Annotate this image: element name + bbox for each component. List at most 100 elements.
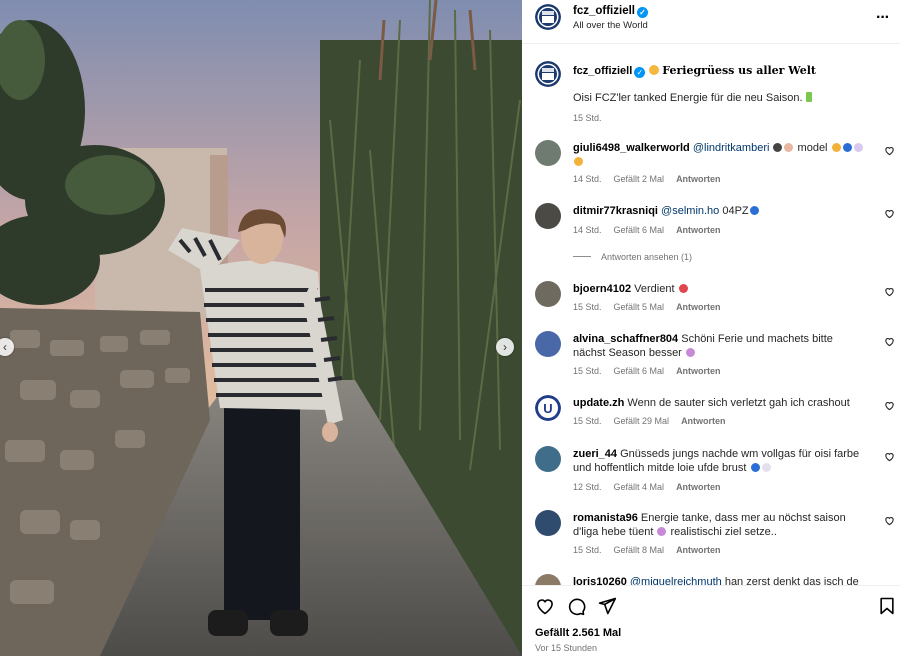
heart-icon[interactable]	[884, 400, 895, 411]
fcz-logo-icon	[535, 4, 561, 30]
comment-likes[interactable]: Gefällt 4 Mal	[614, 482, 665, 492]
comment-text: alvina_schaffner804 Schöni Ferie und mac…	[573, 332, 865, 360]
comment-likes[interactable]: Gefällt 5 Mal	[614, 302, 665, 312]
comment-body: model	[794, 142, 828, 154]
caption-time[interactable]: 15 Std.	[573, 113, 602, 123]
comment-body: 04PZ	[719, 205, 749, 217]
comment-time[interactable]: 14 Std.	[573, 225, 602, 235]
posted-time[interactable]: Vor 15 Stunden	[535, 643, 597, 653]
heart-icon[interactable]	[884, 286, 895, 297]
comment-time[interactable]: 14 Std.	[573, 174, 602, 184]
heart-icon[interactable]	[884, 515, 895, 526]
purple-heart-emoji-icon	[853, 143, 863, 152]
comment-time[interactable]: 15 Std.	[573, 545, 602, 555]
comment-username[interactable]: loris10260	[573, 576, 627, 585]
blue-circle-emoji-icon	[750, 463, 760, 472]
avatar[interactable]	[535, 203, 561, 229]
comment-text: update.zh Wenn de sauter sich verletzt g…	[573, 396, 865, 410]
verified-badge-icon: ✓	[634, 67, 646, 78]
comment-username[interactable]: update.zh	[573, 397, 624, 409]
heart-icon[interactable]	[884, 145, 895, 156]
comment-mention[interactable]: @lindritkamberi	[693, 142, 770, 154]
comment-time[interactable]: 12 Std.	[573, 482, 602, 492]
blue-heart-emoji-icon	[749, 206, 759, 215]
more-options-icon[interactable]: ···	[876, 9, 890, 27]
chevron-right-icon[interactable]: ›	[496, 338, 514, 356]
comment-text: ditmir77krasniqi @selmin.ho 04PZ	[573, 204, 865, 218]
comment-meta: 15 Std. Gefällt 5 Mal Antworten	[573, 302, 733, 312]
avatar[interactable]	[535, 510, 561, 536]
comment-likes[interactable]: Gefällt 8 Mal	[614, 545, 665, 555]
avatar[interactable]	[535, 331, 561, 357]
comment-mention[interactable]: @miguelreichmuth	[630, 576, 722, 585]
reply-button[interactable]: Antworten	[676, 482, 721, 492]
comment-username[interactable]: ditmir77krasniqi	[573, 205, 658, 217]
comment-text: zueri_44 Gnüsseds jungs nachde wm vollga…	[573, 447, 865, 475]
avatar[interactable]	[535, 281, 561, 307]
reply-button[interactable]: Antworten	[676, 545, 721, 555]
reply-button[interactable]: Antworten	[676, 174, 721, 184]
avatar[interactable]	[535, 574, 561, 585]
caption-body-text: Oisi FCZ'ler tanked Energie für die neu …	[573, 92, 803, 104]
avatar[interactable]	[535, 4, 561, 30]
comment-username[interactable]: bjoern4102	[573, 283, 631, 295]
pray-emoji-icon	[657, 527, 667, 536]
comment-username[interactable]: zueri_44	[573, 448, 617, 460]
comment-icon[interactable]	[566, 596, 586, 616]
action-bar: Gefällt 2.561 Mal Vor 15 Stunden	[522, 585, 900, 656]
comment-likes[interactable]: Gefällt 29 Mal	[614, 416, 670, 426]
post-location[interactable]: All over the World	[573, 20, 648, 31]
comment-meta: 14 Std. Gefällt 6 Mal Antworten	[573, 225, 733, 235]
post-photo: ‹ ›	[0, 0, 522, 656]
comment-mention[interactable]: @selmin.ho	[661, 205, 719, 217]
hand-emoji-icon	[784, 143, 794, 152]
comment-text: loris10260 @miguelreichmuth han zerst de…	[573, 575, 865, 585]
comment-likes[interactable]: Gefällt 6 Mal	[614, 366, 665, 376]
fcz-logo-icon	[535, 61, 561, 87]
heart-icon[interactable]	[884, 336, 895, 347]
post-username[interactable]: fcz_offiziell ✓	[573, 5, 648, 18]
comment-text: bjoern4102 Verdient	[573, 282, 865, 296]
comment-time[interactable]: 15 Std.	[573, 416, 602, 426]
avatar[interactable]: U	[535, 395, 561, 421]
heart-icon[interactable]	[884, 208, 895, 219]
comment-time[interactable]: 15 Std.	[573, 366, 602, 376]
comment-meta: 15 Std. Gefällt 29 Mal Antworten	[573, 416, 738, 426]
post-header: fcz_offiziell ✓ All over the World ···	[522, 0, 900, 44]
smile-emoji-icon	[574, 157, 583, 166]
reply-button[interactable]: Antworten	[676, 302, 721, 312]
caption-username[interactable]: fcz_offiziell	[573, 65, 632, 77]
comment-text: giuli6498_walkerworld @lindritkamberi mo…	[573, 141, 865, 169]
comment-meta: 14 Std. Gefällt 2 Mal Antworten	[573, 174, 733, 184]
share-icon[interactable]	[597, 596, 617, 616]
comment-username[interactable]: giuli6498_walkerworld	[573, 142, 690, 154]
avatar[interactable]	[535, 140, 561, 166]
comment-meta: 15 Std. Gefällt 6 Mal Antworten	[573, 366, 733, 376]
white-circle-emoji-icon	[761, 463, 771, 472]
comment-likes[interactable]: Gefällt 6 Mal	[614, 225, 665, 235]
caption-header: fcz_offiziell ✓ Feriegrüess us aller Welt	[573, 64, 816, 78]
comment-username[interactable]: romanista96	[573, 512, 638, 524]
heart-icon[interactable]	[884, 451, 895, 462]
comment-meta: 15 Std. Gefällt 8 Mal Antworten	[573, 545, 733, 555]
camera-emoji-icon	[773, 143, 783, 152]
reply-button[interactable]: Antworten	[676, 225, 721, 235]
reply-button[interactable]: Antworten	[676, 366, 721, 376]
likes-count[interactable]: Gefällt 2.561 Mal	[535, 627, 621, 639]
comment-username[interactable]: alvina_schaffner804	[573, 333, 678, 345]
heart-eyes-emoji-icon	[678, 284, 688, 293]
comment-time[interactable]: 15 Std.	[573, 302, 602, 312]
post-username-text[interactable]: fcz_offiziell	[573, 5, 635, 17]
comments-scroll[interactable]: fcz_offiziell ✓ Feriegrüess us aller Welt …	[522, 45, 900, 585]
avatar[interactable]	[535, 61, 561, 87]
reply-button[interactable]: Antworten	[681, 416, 726, 426]
bookmark-icon[interactable]	[877, 596, 897, 616]
heart-icon[interactable]	[535, 596, 555, 616]
comment-likes[interactable]: Gefällt 2 Mal	[614, 174, 665, 184]
comment-body: Wenn de sauter sich verletzt gah ich cra…	[627, 397, 850, 409]
view-replies-button[interactable]: Antworten ansehen (1)	[573, 252, 692, 262]
comment-text: romanista96 Energie tanke, dass mer au n…	[573, 511, 865, 539]
sun-emoji-icon	[649, 65, 660, 75]
svg-text:U: U	[543, 401, 552, 416]
avatar[interactable]	[535, 446, 561, 472]
